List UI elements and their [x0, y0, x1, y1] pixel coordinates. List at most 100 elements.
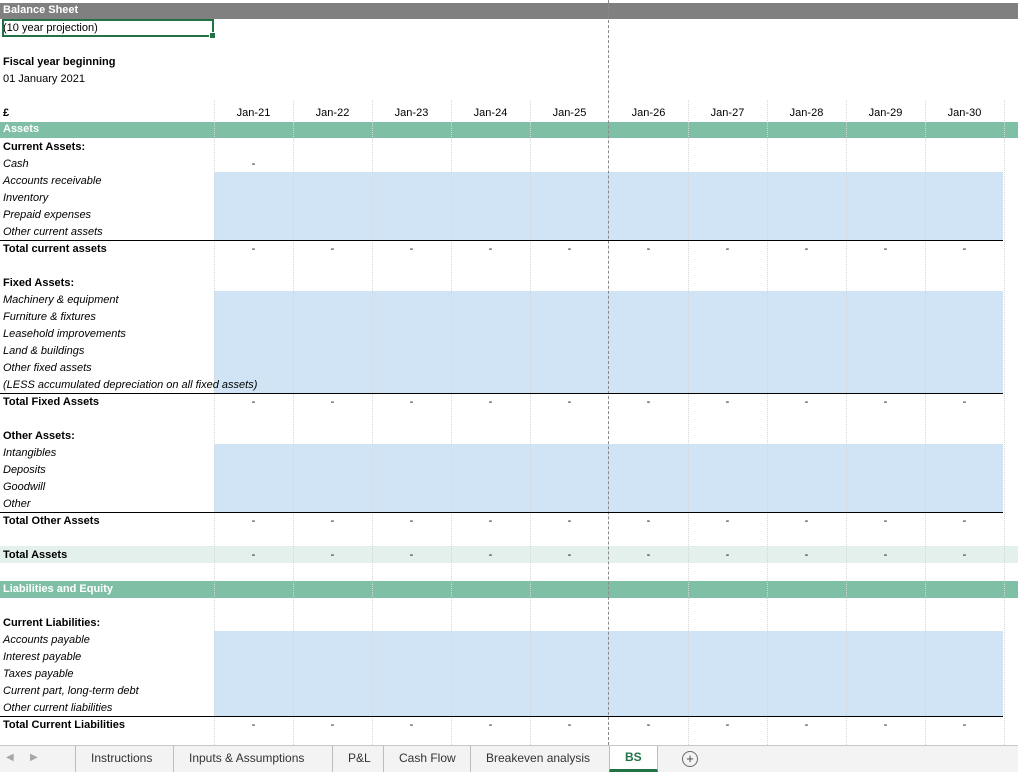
total-value-cell[interactable]: - — [925, 241, 1004, 258]
total-value-cell[interactable]: - — [293, 547, 372, 564]
tab-bs[interactable]: BS — [609, 746, 658, 772]
current-liability-item[interactable]: Taxes payable — [3, 666, 74, 683]
column-header[interactable]: Jan-23 — [372, 105, 451, 122]
total-value-cell[interactable]: - — [214, 547, 293, 564]
total-current-assets-label[interactable]: Total current assets — [3, 241, 107, 258]
total-value-cell[interactable]: - — [609, 717, 688, 734]
total-value-cell[interactable]: - — [214, 241, 293, 258]
fixed-asset-item[interactable]: Leasehold improvements — [3, 326, 126, 343]
fixed-asset-item[interactable]: Land & buildings — [3, 343, 84, 360]
total-value-cell[interactable]: - — [530, 547, 609, 564]
total-value-cell[interactable]: - — [767, 513, 846, 530]
current-asset-item[interactable]: Other current assets — [3, 224, 103, 241]
column-header[interactable]: Jan-26 — [609, 105, 688, 122]
fiscal-year-label[interactable]: Fiscal year beginning — [3, 54, 115, 71]
total-value-cell[interactable]: - — [530, 513, 609, 530]
column-header[interactable]: Jan-22 — [293, 105, 372, 122]
total-value-cell[interactable]: - — [767, 241, 846, 258]
tab-breakeven-analysis[interactable]: Breakeven analysis — [470, 746, 605, 772]
column-header[interactable]: Jan-30 — [925, 105, 1004, 122]
spreadsheet-grid[interactable]: Balance Sheet (10 year projection) Fisca… — [0, 0, 1018, 745]
tab-inputs-assumptions[interactable]: Inputs & Assumptions — [173, 746, 319, 772]
total-current-liabilities-label[interactable]: Total Current Liabilities — [3, 717, 125, 734]
total-value-cell[interactable]: - — [846, 513, 925, 530]
total-value-cell[interactable]: - — [451, 513, 530, 530]
tab-scroll-left-icon[interactable]: ◀ — [6, 752, 14, 763]
currency-symbol[interactable]: £ — [3, 105, 9, 122]
total-value-cell[interactable]: - — [214, 394, 293, 411]
total-value-cell[interactable]: - — [372, 513, 451, 530]
tab-instructions[interactable]: Instructions — [75, 746, 167, 772]
current-liability-item[interactable]: Interest payable — [3, 649, 81, 666]
total-value-cell[interactable]: - — [530, 394, 609, 411]
total-value-cell[interactable]: - — [846, 717, 925, 734]
total-value-cell[interactable]: - — [688, 241, 767, 258]
current-liability-item[interactable]: Accounts payable — [3, 632, 90, 649]
other-assets-heading[interactable]: Other Assets: — [3, 428, 75, 445]
total-value-cell[interactable]: - — [688, 717, 767, 734]
total-value-cell[interactable]: - — [925, 547, 1004, 564]
fiscal-year-date[interactable]: 01 January 2021 — [3, 71, 85, 88]
total-value-cell[interactable]: - — [293, 394, 372, 411]
assets-section-title[interactable]: Assets — [3, 121, 39, 138]
current-liabilities-heading[interactable]: Current Liabilities: — [3, 615, 100, 632]
fill-handle[interactable] — [209, 32, 216, 39]
total-value-cell[interactable]: - — [451, 717, 530, 734]
column-header[interactable]: Jan-21 — [214, 105, 293, 122]
total-value-cell[interactable]: - — [688, 394, 767, 411]
total-fixed-assets-label[interactable]: Total Fixed Assets — [3, 394, 99, 411]
total-assets-label[interactable]: Total Assets — [3, 547, 67, 564]
column-header[interactable]: Jan-28 — [767, 105, 846, 122]
column-header[interactable]: Jan-27 — [688, 105, 767, 122]
current-asset-item[interactable]: Accounts receivable — [3, 173, 101, 190]
fixed-assets-heading[interactable]: Fixed Assets: — [3, 275, 74, 292]
tab-pl[interactable]: P&L — [332, 746, 386, 772]
sheet-title[interactable]: Balance Sheet — [3, 2, 78, 19]
total-value-cell[interactable]: - — [609, 394, 688, 411]
fixed-asset-item[interactable]: Other fixed assets — [3, 360, 92, 377]
total-value-cell[interactable]: - — [372, 241, 451, 258]
total-value-cell[interactable]: - — [846, 547, 925, 564]
total-other-assets-label[interactable]: Total Other Assets — [3, 513, 100, 530]
tab-cash-flow[interactable]: Cash Flow — [383, 746, 471, 772]
current-liability-item[interactable]: Current part, long-term debt — [3, 683, 139, 700]
total-value-cell[interactable]: - — [767, 547, 846, 564]
total-value-cell[interactable]: - — [609, 241, 688, 258]
total-value-cell[interactable]: - — [530, 241, 609, 258]
total-value-cell[interactable]: - — [767, 394, 846, 411]
column-header[interactable]: Jan-25 — [530, 105, 609, 122]
column-header[interactable]: Jan-29 — [846, 105, 925, 122]
current-asset-item[interactable]: Inventory — [3, 190, 48, 207]
active-cell-selection[interactable] — [2, 19, 216, 39]
total-value-cell[interactable]: - — [846, 394, 925, 411]
total-value-cell[interactable]: - — [530, 717, 609, 734]
current-assets-heading[interactable]: Current Assets: — [3, 139, 85, 156]
total-value-cell[interactable]: - — [925, 394, 1004, 411]
other-asset-item[interactable]: Deposits — [3, 462, 46, 479]
column-header[interactable]: Jan-24 — [451, 105, 530, 122]
total-value-cell[interactable]: - — [609, 547, 688, 564]
cash-value[interactable]: - — [214, 156, 293, 173]
total-value-cell[interactable]: - — [451, 241, 530, 258]
add-sheet-icon[interactable]: + — [682, 751, 698, 767]
total-value-cell[interactable]: - — [688, 513, 767, 530]
liabilities-section-title[interactable]: Liabilities and Equity — [3, 581, 113, 598]
total-value-cell[interactable]: - — [293, 241, 372, 258]
total-value-cell[interactable]: - — [214, 717, 293, 734]
current-asset-item[interactable]: Prepaid expenses — [3, 207, 91, 224]
other-asset-item[interactable]: Other — [3, 496, 31, 513]
other-asset-item[interactable]: Goodwill — [3, 479, 45, 496]
total-value-cell[interactable]: - — [925, 513, 1004, 530]
total-value-cell[interactable]: - — [767, 717, 846, 734]
total-value-cell[interactable]: - — [688, 547, 767, 564]
total-value-cell[interactable]: - — [451, 394, 530, 411]
total-value-cell[interactable]: - — [372, 394, 451, 411]
total-value-cell[interactable]: - — [372, 717, 451, 734]
total-value-cell[interactable]: - — [451, 547, 530, 564]
other-asset-item[interactable]: Intangibles — [3, 445, 56, 462]
fixed-asset-item[interactable]: Furniture & fixtures — [3, 309, 96, 326]
current-asset-item[interactable]: Cash — [3, 156, 29, 173]
total-value-cell[interactable]: - — [925, 717, 1004, 734]
total-value-cell[interactable]: - — [214, 513, 293, 530]
tab-scroll-right-icon[interactable]: ▶ — [30, 752, 38, 763]
